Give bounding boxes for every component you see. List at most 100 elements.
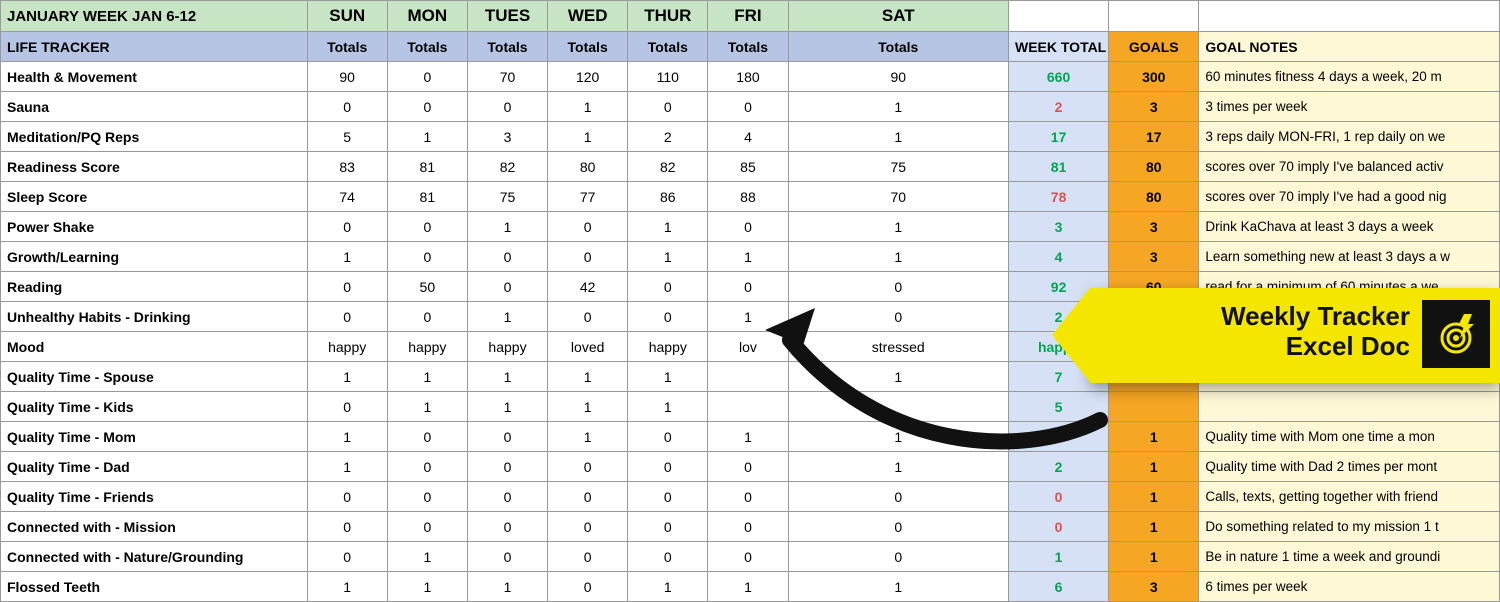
goal-cell[interactable] bbox=[1109, 362, 1199, 392]
day-cell[interactable] bbox=[708, 362, 788, 392]
day-cell[interactable]: 0 bbox=[548, 302, 628, 332]
day-cell[interactable]: 1 bbox=[628, 242, 708, 272]
goal-cell[interactable]: 3 bbox=[1109, 242, 1199, 272]
row-label[interactable]: Quality Time - Mom bbox=[1, 422, 308, 452]
goal-cell[interactable]: 1 bbox=[1109, 482, 1199, 512]
day-cell[interactable]: 0 bbox=[548, 482, 628, 512]
day-cell[interactable]: 90 bbox=[788, 62, 1008, 92]
day-cell[interactable]: 82 bbox=[467, 152, 547, 182]
row-label[interactable]: Mood bbox=[1, 332, 308, 362]
day-cell[interactable]: 1 bbox=[708, 572, 788, 602]
day-cell[interactable]: lov bbox=[708, 332, 788, 362]
day-cell[interactable]: 120 bbox=[548, 62, 628, 92]
day-cell[interactable]: 1 bbox=[307, 572, 387, 602]
day-cell[interactable]: loved bbox=[548, 332, 628, 362]
day-cell[interactable]: 74 bbox=[307, 182, 387, 212]
day-cell[interactable]: happy bbox=[467, 332, 547, 362]
goal-cell[interactable]: 17 bbox=[1109, 122, 1199, 152]
day-cell[interactable]: 83 bbox=[307, 152, 387, 182]
day-cell[interactable]: 1 bbox=[548, 92, 628, 122]
day-cell[interactable]: 82 bbox=[628, 152, 708, 182]
day-cell[interactable]: 0 bbox=[628, 302, 708, 332]
day-cell[interactable]: 1 bbox=[387, 572, 467, 602]
row-label[interactable]: Quality Time - Kids bbox=[1, 392, 308, 422]
day-cell[interactable]: 5 bbox=[307, 122, 387, 152]
day-cell[interactable]: 1 bbox=[387, 122, 467, 152]
day-cell[interactable]: 1 bbox=[708, 302, 788, 332]
day-cell[interactable]: 1 bbox=[387, 542, 467, 572]
goal-note-cell[interactable]: Learn something new at least 3 days a w bbox=[1199, 242, 1500, 272]
goal-note-cell[interactable]: Calls, texts, getting together with frie… bbox=[1199, 482, 1500, 512]
day-cell[interactable]: 0 bbox=[467, 452, 547, 482]
row-label[interactable]: Sleep Score bbox=[1, 182, 308, 212]
day-cell[interactable]: 1 bbox=[467, 302, 547, 332]
row-label[interactable]: Quality Time - Spouse bbox=[1, 362, 308, 392]
day-cell[interactable]: 0 bbox=[307, 272, 387, 302]
day-cell[interactable]: 0 bbox=[307, 512, 387, 542]
day-cell[interactable]: stressed bbox=[788, 332, 1008, 362]
day-cell[interactable]: 1 bbox=[628, 572, 708, 602]
day-cell[interactable]: 0 bbox=[387, 452, 467, 482]
day-cell[interactable]: 0 bbox=[788, 542, 1008, 572]
day-cell[interactable]: 0 bbox=[628, 512, 708, 542]
goal-note-cell[interactable] bbox=[1199, 392, 1500, 422]
goal-note-cell[interactable] bbox=[1199, 362, 1500, 392]
day-cell[interactable]: 81 bbox=[387, 182, 467, 212]
goal-cell[interactable]: 1 bbox=[1109, 452, 1199, 482]
day-cell[interactable]: 0 bbox=[467, 272, 547, 302]
day-cell[interactable]: 0 bbox=[307, 212, 387, 242]
goal-note-cell[interactable]: Drink KaChava at least 3 days a week bbox=[1199, 212, 1500, 242]
day-cell[interactable]: 70 bbox=[467, 62, 547, 92]
day-cell[interactable]: happy bbox=[387, 332, 467, 362]
row-label[interactable]: Sauna bbox=[1, 92, 308, 122]
day-cell[interactable]: 1 bbox=[708, 242, 788, 272]
day-cell[interactable]: 1 bbox=[548, 422, 628, 452]
day-cell[interactable]: 1 bbox=[387, 362, 467, 392]
day-cell[interactable]: 0 bbox=[708, 482, 788, 512]
day-cell[interactable]: 1 bbox=[788, 362, 1008, 392]
day-cell[interactable]: 0 bbox=[387, 92, 467, 122]
day-cell[interactable]: 2 bbox=[628, 122, 708, 152]
day-cell[interactable]: 180 bbox=[708, 62, 788, 92]
day-cell[interactable]: 1 bbox=[708, 422, 788, 452]
day-cell[interactable]: 0 bbox=[708, 212, 788, 242]
day-cell[interactable] bbox=[788, 392, 1008, 422]
goal-note-cell[interactable]: 6 times per week bbox=[1199, 572, 1500, 602]
day-cell[interactable]: 0 bbox=[708, 92, 788, 122]
goal-cell[interactable] bbox=[1109, 392, 1199, 422]
day-cell[interactable]: 0 bbox=[467, 242, 547, 272]
day-cell[interactable]: 1 bbox=[467, 362, 547, 392]
day-cell[interactable]: 1 bbox=[307, 452, 387, 482]
day-cell[interactable]: 1 bbox=[548, 122, 628, 152]
day-cell[interactable]: 0 bbox=[708, 452, 788, 482]
day-cell[interactable]: 1 bbox=[788, 452, 1008, 482]
day-cell[interactable]: 86 bbox=[628, 182, 708, 212]
day-cell[interactable]: 77 bbox=[548, 182, 628, 212]
day-cell[interactable]: 0 bbox=[467, 512, 547, 542]
day-cell[interactable]: 42 bbox=[548, 272, 628, 302]
row-label[interactable]: Unhealthy Habits - Drinking bbox=[1, 302, 308, 332]
day-cell[interactable]: 1 bbox=[788, 122, 1008, 152]
day-cell[interactable]: 0 bbox=[467, 92, 547, 122]
day-cell[interactable]: 1 bbox=[307, 362, 387, 392]
goal-note-cell[interactable]: 3 reps daily MON-FRI, 1 rep daily on we bbox=[1199, 122, 1500, 152]
goal-cell[interactable] bbox=[1109, 332, 1199, 362]
day-cell[interactable]: 0 bbox=[307, 482, 387, 512]
day-cell[interactable]: 0 bbox=[548, 452, 628, 482]
day-cell[interactable]: 0 bbox=[387, 512, 467, 542]
day-cell[interactable]: 0 bbox=[467, 542, 547, 572]
day-cell[interactable]: 0 bbox=[548, 212, 628, 242]
row-label[interactable]: Quality Time - Friends bbox=[1, 482, 308, 512]
day-cell[interactable]: happy bbox=[307, 332, 387, 362]
day-cell[interactable]: 1 bbox=[548, 392, 628, 422]
day-cell[interactable]: 0 bbox=[788, 302, 1008, 332]
day-cell[interactable]: 1 bbox=[467, 392, 547, 422]
day-cell[interactable]: 85 bbox=[708, 152, 788, 182]
day-cell[interactable]: 1 bbox=[307, 422, 387, 452]
day-cell[interactable]: 0 bbox=[628, 482, 708, 512]
day-cell[interactable]: 0 bbox=[548, 572, 628, 602]
goal-cell[interactable]: 80 bbox=[1109, 182, 1199, 212]
day-cell[interactable] bbox=[708, 392, 788, 422]
day-cell[interactable]: 1 bbox=[628, 212, 708, 242]
day-cell[interactable]: 0 bbox=[708, 512, 788, 542]
